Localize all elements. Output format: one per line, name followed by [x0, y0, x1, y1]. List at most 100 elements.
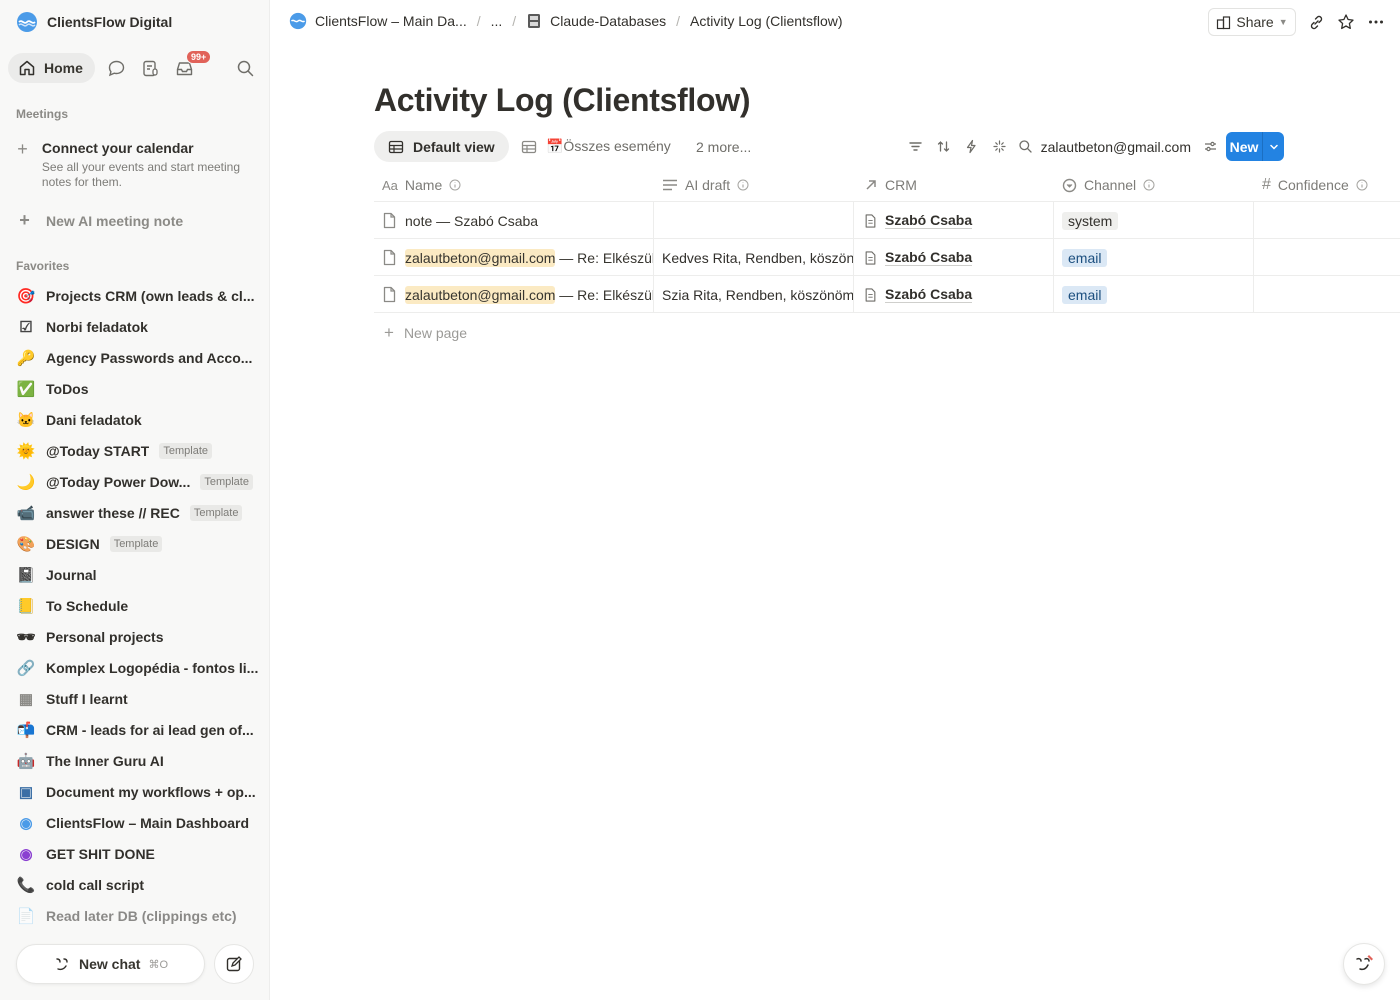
inbox-button[interactable]: 99+	[167, 50, 212, 83]
new-dropdown-button[interactable]	[1262, 132, 1284, 161]
more-options-button[interactable]	[1365, 11, 1387, 33]
meeting-notes-button[interactable]	[133, 53, 167, 83]
sidebar-favorite-label: Document my workflows + op...	[46, 784, 256, 800]
sidebar-favorite-label: Read later DB (clippings etc)	[46, 908, 237, 924]
cell-channel[interactable]: email	[1054, 276, 1254, 313]
checkbox-icon: ☑	[19, 319, 33, 336]
crm-relation-link[interactable]: Szabó Csaba	[885, 212, 973, 229]
page-icon	[383, 212, 396, 229]
tab-osszes-esemeny[interactable]: 📅Összes esemény	[507, 131, 685, 162]
sort-button[interactable]	[934, 137, 952, 155]
sidebar-favorite-item[interactable]: 🌙 @Today Power Dow... Template	[16, 468, 262, 496]
sidebar-favorite-item[interactable]: ▦ Stuff I learnt	[16, 685, 262, 713]
select-property-icon	[1062, 178, 1077, 192]
search-highlight: zalautbeton@gmail.com	[405, 248, 556, 267]
column-channel[interactable]: Channel	[1054, 168, 1254, 202]
app: ClientsFlow Digital Home 99+ Meetings + …	[0, 0, 1400, 1000]
sidebar-favorite-item[interactable]: 🎯 Projects CRM (own leads & cl...	[16, 282, 262, 310]
table-icon	[521, 140, 537, 153]
more-views-button[interactable]: 2 more...	[682, 131, 765, 162]
copy-link-button[interactable]	[1305, 11, 1327, 33]
table-row[interactable]: note — Szabó Csaba Szabó Csaba system	[374, 202, 1400, 239]
sidebar-favorite-item[interactable]: ✅ ToDos	[16, 375, 262, 403]
cell-confidence[interactable]	[1254, 276, 1400, 313]
ai-assistant-button[interactable]	[1343, 943, 1385, 985]
sidebar-favorite-item[interactable]: ▣ Document my workflows + op...	[16, 778, 262, 806]
new-ai-meeting-note[interactable]: + New AI meeting note	[16, 210, 183, 231]
breadcrumb-item-ellipsis[interactable]: ...	[491, 13, 503, 29]
crm-relation-link[interactable]: Szabó Csaba	[885, 249, 973, 266]
search-icon	[1019, 140, 1032, 153]
search-input[interactable]: zalautbeton@gmail.com	[1041, 139, 1191, 155]
cell-confidence[interactable]	[1254, 202, 1400, 239]
clipboard-mic-icon	[142, 60, 158, 76]
sidebar-favorite-item[interactable]: 📄 Read later DB (clippings etc)	[16, 902, 262, 930]
tab-default-view[interactable]: Default view	[374, 131, 509, 162]
home-icon	[19, 60, 35, 76]
sidebar-favorite-item[interactable]: ◉ GET SHIT DONE	[16, 840, 262, 868]
sidebar-favorite-item[interactable]: 🔑 Agency Passwords and Acco...	[16, 344, 262, 372]
workspace-switcher[interactable]: ClientsFlow Digital	[16, 11, 172, 33]
table-row[interactable]: zalautbeton@gmail.com — Re: Elkészült Ked…	[374, 239, 1400, 276]
robot-icon: 🤖	[16, 753, 36, 770]
new-button[interactable]: New	[1226, 132, 1284, 161]
breadcrumb-item-dashboard[interactable]: ClientsFlow – Main Da...	[315, 13, 467, 29]
column-crm[interactable]: CRM	[854, 168, 1054, 202]
sidebar-favorite-item[interactable]: ☑ Norbi feladatok	[16, 313, 262, 341]
breadcrumb-item-current[interactable]: Activity Log (Clientsflow)	[690, 13, 843, 29]
new-chat-button[interactable]: New chat ⌘O	[16, 944, 205, 984]
cell-name[interactable]: zalautbeton@gmail.com — Re: Elkészült	[374, 276, 654, 313]
cell-crm[interactable]: Szabó Csaba	[854, 202, 1054, 239]
share-button[interactable]: Share ▼	[1208, 8, 1296, 36]
sidebar-favorite-item[interactable]: 📓 Journal	[16, 561, 262, 589]
cell-name[interactable]: note — Szabó Csaba	[374, 202, 654, 239]
chat-button[interactable]	[99, 53, 133, 83]
cell-name[interactable]: zalautbeton@gmail.com — Re: Elkészült	[374, 239, 654, 276]
row-title[interactable]: zalautbeton@gmail.com — Re: Elkészült	[405, 285, 653, 304]
database-search[interactable]: zalautbeton@gmail.com	[1018, 131, 1222, 162]
page-title[interactable]: Activity Log (Clientsflow)	[374, 82, 751, 119]
sidebar-favorite-item[interactable]: 📒 To Schedule	[16, 592, 262, 620]
sidebar-favorite-item[interactable]: 🔗 Komplex Logopédia - fontos li...	[16, 654, 262, 682]
new-page-button[interactable]: + New page	[384, 323, 467, 343]
connect-calendar[interactable]: + Connect your calendar See all your eve…	[16, 140, 256, 190]
cell-channel[interactable]: email	[1054, 239, 1254, 276]
sidebar-favorite-item[interactable]: 🕶 Personal projects	[16, 623, 262, 651]
cell-ai-draft[interactable]: Kedves Rita, Rendben, köszönöm	[654, 239, 854, 276]
column-name[interactable]: Aa Name	[374, 168, 654, 202]
database-view-bar: Default view 📅Összes esemény 2 more... z…	[374, 131, 1400, 163]
column-ai-draft[interactable]: AI draft	[654, 168, 854, 202]
sidebar-favorite-label: Stuff I learnt	[46, 691, 128, 707]
crm-relation-link[interactable]: Szabó Csaba	[885, 286, 973, 303]
ai-autofill-button[interactable]	[990, 137, 1008, 155]
filter-button[interactable]	[906, 137, 924, 155]
sidebar-favorite-item[interactable]: 📬 CRM - leads for ai lead gen of...	[16, 716, 262, 744]
search-button[interactable]	[228, 53, 262, 83]
compose-button[interactable]	[214, 944, 254, 984]
sidebar-favorite-item[interactable]: 🐱 Dani feladatok	[16, 406, 262, 434]
favorite-button[interactable]	[1335, 11, 1357, 33]
cell-crm[interactable]: Szabó Csaba	[854, 276, 1054, 313]
cell-channel[interactable]: system	[1054, 202, 1254, 239]
sidebar-favorite-item[interactable]: 📞 cold call script	[16, 871, 262, 899]
table-row[interactable]: zalautbeton@gmail.com — Re: Elkészült Szi…	[374, 276, 1400, 313]
column-confidence[interactable]: # Confidence	[1254, 168, 1400, 202]
sidebar-favorite-item[interactable]: ◉ ClientsFlow – Main Dashboard	[16, 809, 262, 837]
cell-crm[interactable]: Szabó Csaba	[854, 239, 1054, 276]
breadcrumb-item-claude-databases[interactable]: Claude-Databases	[550, 13, 666, 29]
sidebar-favorite-item[interactable]: 🎨 DESIGN Template	[16, 530, 262, 558]
sidebar-favorite-item[interactable]: 🤖 The Inner Guru AI	[16, 747, 262, 775]
sidebar-favorite-item[interactable]: 🌞 @Today START Template	[16, 437, 262, 465]
cell-ai-draft[interactable]	[654, 202, 854, 239]
cell-confidence[interactable]	[1254, 239, 1400, 276]
sidebar-favorite-label: Norbi feladatok	[46, 319, 148, 335]
row-title[interactable]: note — Szabó Csaba	[405, 213, 538, 229]
automation-button[interactable]	[962, 137, 980, 155]
sliders-icon[interactable]	[1203, 139, 1218, 154]
sidebar-favorite-item[interactable]: 📹 answer these // REC Template	[16, 499, 262, 527]
home-button[interactable]: Home	[8, 53, 95, 83]
row-title[interactable]: zalautbeton@gmail.com — Re: Elkészült	[405, 248, 653, 267]
cell-ai-draft[interactable]: Szia Rita, Rendben, köszönöm	[654, 276, 854, 313]
channel-tag: email	[1062, 285, 1108, 304]
ai-draft-text: Szia Rita, Rendben, köszönöm	[662, 286, 854, 303]
